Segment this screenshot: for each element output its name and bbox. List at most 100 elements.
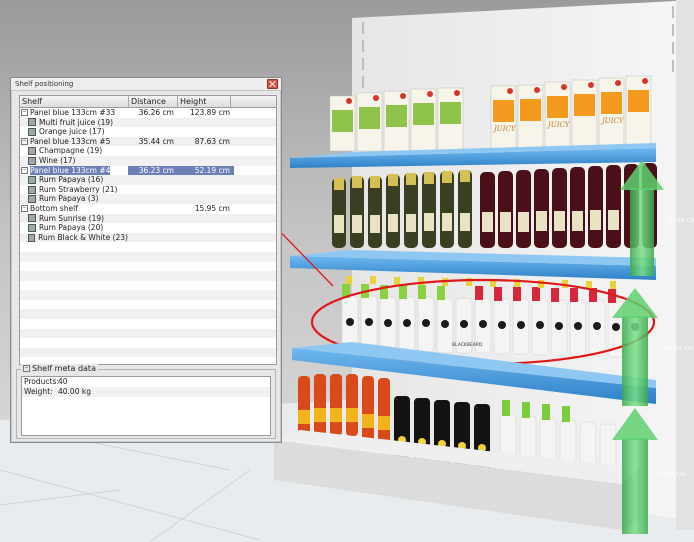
shelf-label: Rum Papaya (16) [39,175,104,185]
shelf-label: Panel blue 133cm #33 [30,108,116,117]
cell-shelf: Rum Strawberry (21) [20,185,128,195]
column-header-distance[interactable]: Distance [129,96,178,107]
close-icon[interactable] [267,79,278,89]
juice-brand-label: JUICY [492,125,517,133]
tree-row-product[interactable]: Rum Papaya (20) [20,223,276,233]
cell-height [178,214,234,224]
empty-row [20,271,276,281]
cell-height: 52.19 cm [178,165,234,176]
meta-legend[interactable]: − Shelf meta data [21,364,98,373]
rum-brand-label: BLACKBEARD [452,342,483,348]
cell-height [178,175,234,185]
cell-height: 87.63 cm [194,136,230,146]
tree-row-product[interactable]: Rum Papaya (3) [20,194,276,204]
shelf-label: Champagne (19) [39,146,103,156]
product-icon [28,233,36,242]
empty-row [20,262,276,272]
cell-height [178,233,234,243]
cell-distance [128,156,178,166]
shelf-label: Panel blue 133cm #4 [30,165,111,176]
product-icon [28,156,36,165]
product-icon [28,147,36,156]
cell-shelf: − Panel blue 133cm #33 [20,108,128,118]
table-body: − Panel blue 133cm #33 36.26 cm 123.89 cm Mu… [20,108,276,358]
window-titlebar[interactable]: Shelf positioning [11,78,281,91]
collapse-toggle-icon[interactable]: − [21,138,28,146]
tree-row-product[interactable]: Rum Strawberry (21) [20,185,276,195]
shelf-label: Rum Black & White (23) [38,232,128,242]
cell-height: 123.89 cm [189,108,230,117]
weight-value: 40.00 kg [58,387,91,396]
distance-label-2: 35.44 cm [663,344,694,352]
shelf-meta-data-group: − Shelf meta data Products: 40 Weight: 4… [16,364,276,439]
meta-row-products: Products: 40 [22,377,270,387]
tree-row-product[interactable]: Orange juice (17) [20,127,276,137]
cell-distance: 36.26 cm [138,108,174,117]
empty-row [20,309,276,320]
cell-shelf: Rum Black & White (23) [20,233,128,243]
collapse-toggle-icon[interactable]: − [21,205,28,213]
cell-shelf: Rum Sunrise (19) [20,214,128,224]
meta-row-weight: Weight: 40.00 kg [22,387,270,397]
empty-row [20,319,276,329]
meta-row-empty [22,397,270,407]
tree-row-product[interactable]: Champagne (19) [20,146,276,156]
cell-shelf: Multi fruit juice (19) [20,118,128,128]
tree-row-shelf[interactable]: − Panel blue 133cm #5 35.44 cm 87.63 cm [20,136,276,147]
shelf-tree-table[interactable]: Shelf Distance Height − Panel blue 133cm … [19,95,277,365]
cell-shelf: Rum Papaya (16) [20,175,128,185]
cell-shelf: Orange juice (17) [20,127,128,137]
collapse-toggle-icon[interactable]: − [23,365,30,372]
cell-height [178,223,234,233]
tree-row-product[interactable]: Rum Black & White (23) [20,232,276,243]
cell-height: 15.95 cm [194,203,230,213]
shelf-label: Wine (17) [39,155,76,165]
shelf-label: Bottom shelf [30,203,78,213]
cell-shelf: Wine (17) [20,156,128,166]
column-header-shelf[interactable]: Shelf [20,96,129,107]
cell-shelf: Rum Papaya (3) [20,194,128,204]
shelf-label: Rum Sunrise (19) [39,213,105,223]
product-icon [28,223,36,232]
distance-label-3: 36.23 cm [655,470,686,478]
juice-brand-label: JUICY [600,117,625,125]
products-value: 40 [58,377,68,386]
cell-height [178,118,234,128]
collapse-toggle-icon[interactable]: − [21,109,28,117]
cell-distance: 36.23 cm [128,165,178,176]
empty-row [20,328,276,339]
weight-label: Weight: [24,387,53,396]
column-header-height[interactable]: Height [178,96,231,107]
meta-data-list: Products: 40 Weight: 40.00 kg [21,376,271,436]
cell-shelf: − Bottom shelf [20,204,128,214]
tree-row-product[interactable]: Multi fruit juice (19) [20,117,276,128]
product-icon [28,195,36,204]
cell-distance: 35.44 cm [138,136,174,146]
tree-row-product[interactable]: Wine (17) [20,155,276,166]
tree-row-shelf[interactable]: − Panel blue 133cm #33 36.26 cm 123.89 cm [20,108,276,118]
tree-row-product[interactable]: Rum Papaya (16) [20,175,276,185]
cell-distance [128,146,178,156]
empty-row [20,242,276,252]
shelf-label: Panel blue 133cm #5 [30,136,111,146]
cell-height [178,185,234,195]
window-title: Shelf positioning [15,80,74,88]
distance-label-1: 36.26 cm [666,216,694,224]
empty-row [20,347,276,358]
cell-height [178,146,234,156]
cell-distance [128,185,178,195]
shelf-positioning-window[interactable]: Shelf positioning Shelf Distance Height … [10,77,282,443]
shelf-label: Rum Strawberry (21) [39,184,118,194]
collapse-toggle-icon[interactable]: − [21,166,28,174]
products-label: Products: [24,377,59,386]
tree-row-shelf[interactable]: − Bottom shelf 15.95 cm [20,204,276,214]
tree-row-shelf[interactable]: − Panel blue 133cm #4 36.23 cm 52.19 cm [20,165,276,176]
tree-row-product[interactable]: Rum Sunrise (19) [20,213,276,224]
cell-distance [128,204,178,214]
table-header: Shelf Distance Height [20,96,276,108]
cell-shelf: − Panel blue 133cm #4 [20,165,128,176]
empty-row [20,300,276,310]
product-icon [28,214,36,223]
empty-row [20,251,276,262]
cell-distance [128,223,178,233]
